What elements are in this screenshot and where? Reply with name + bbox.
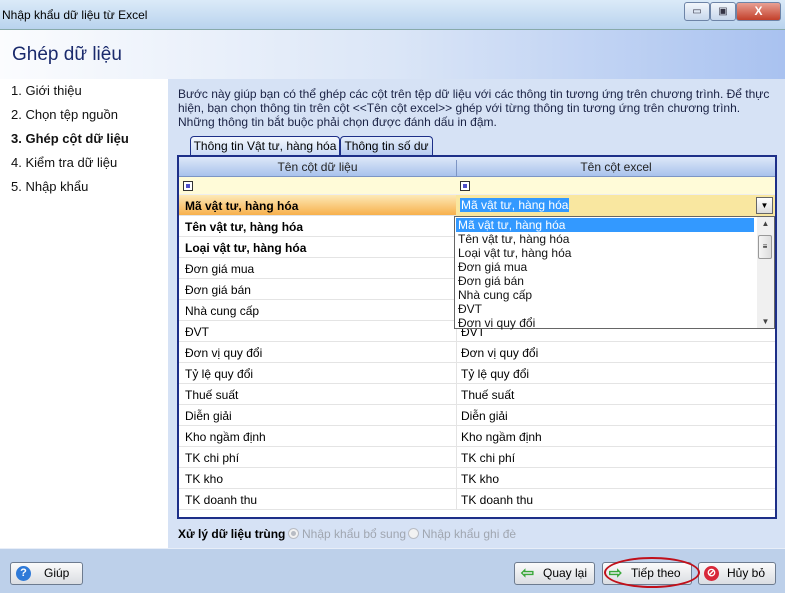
back-label: Quay lại <box>543 566 588 580</box>
cancel-label: Hủy bỏ <box>727 566 766 580</box>
cell-divider <box>456 489 457 510</box>
wizard-header: Ghép dữ liệu <box>0 30 785 79</box>
arrow-right-icon: ⇨ <box>608 565 623 582</box>
field-name: TK chi phí <box>185 451 240 465</box>
radio-overwrite-label: Nhập khẩu ghi đè <box>422 527 517 541</box>
table-row[interactable]: Tỷ lệ quy đổi Tỷ lệ quy đổi <box>179 363 775 384</box>
excel-column-value[interactable]: Diễn giải <box>461 409 508 423</box>
help-button[interactable]: ? Giúp <box>10 562 83 585</box>
next-button[interactable]: ⇨ Tiếp theo <box>602 562 692 585</box>
cell-divider <box>456 384 457 405</box>
cell-divider <box>456 447 457 468</box>
dropdown-option[interactable]: Đơn giá bán <box>456 274 754 288</box>
dropdown-option[interactable]: Đơn vị quy đổi <box>456 316 754 330</box>
field-name: Diễn giải <box>185 409 232 423</box>
filter-checkbox-field[interactable] <box>183 181 193 191</box>
field-name: Nhà cung cấp <box>185 304 260 318</box>
table-row[interactable]: Thuế suất Thuế suất <box>179 384 775 405</box>
field-name: Thuế suất <box>185 388 239 402</box>
field-name: Tên vật tư, hàng hóa <box>185 220 304 234</box>
duplicate-label: Xử lý dữ liệu trùng <box>178 527 286 541</box>
dropdown-option[interactable]: Mã vật tư, hàng hóa <box>456 218 754 232</box>
cancel-icon: ⊘ <box>704 566 719 581</box>
excel-column-value[interactable]: Thuế suất <box>461 388 514 402</box>
field-name: Mã vật tư, hàng hóa <box>185 199 299 213</box>
back-button[interactable]: ⇦ Quay lại <box>514 562 595 585</box>
dropdown-scrollbar[interactable]: ▲ ≡ ▼ <box>757 217 774 328</box>
maximize-button[interactable]: ▣ <box>710 2 736 21</box>
cell-divider <box>456 426 457 447</box>
help-label: Giúp <box>44 566 70 580</box>
excel-column-value[interactable]: TK kho <box>461 472 499 486</box>
next-label: Tiếp theo <box>631 566 681 580</box>
step-import: 5. Nhập khẩu <box>11 179 89 194</box>
excel-column-value[interactable]: Đơn vị quy đổi <box>461 346 538 360</box>
excel-column-value[interactable]: TK doanh thu <box>461 493 533 507</box>
dropdown-option[interactable]: Nhà cung cấp <box>456 288 754 302</box>
field-name: Tỷ lệ quy đổi <box>185 367 254 381</box>
button-bar: ? Giúp ⇦ Quay lại ⇨ Tiếp theo ⊘ Hủy bỏ <box>0 548 785 593</box>
field-name: Loại vật tư, hàng hóa <box>185 241 307 255</box>
step-map-columns: 3. Ghép cột dữ liệu <box>11 131 129 146</box>
chevron-down-icon[interactable]: ▼ <box>756 197 773 214</box>
dropdown-option[interactable]: Loại vật tư, hàng hóa <box>456 246 754 260</box>
column-header-excel[interactable]: Tên cột excel <box>456 160 775 176</box>
arrow-left-icon: ⇦ <box>520 565 535 582</box>
radio-overwrite[interactable]: Nhập khẩu ghi đè <box>408 527 516 541</box>
steps-panel: 1. Giới thiệu 2. Chọn tệp nguồn 3. Ghép … <box>0 79 168 548</box>
dropdown-option[interactable]: ĐVT <box>456 302 754 316</box>
scroll-down-icon[interactable]: ▼ <box>757 317 774 326</box>
step-intro: 1. Giới thiệu <box>11 83 82 98</box>
table-row[interactable]: Mã vật tư, hàng hóa Mã vật tư, hàng hóa ▼ <box>179 195 775 216</box>
excel-column-value[interactable]: Tỷ lệ quy đổi <box>461 367 529 381</box>
column-header-field[interactable]: Tên cột dữ liệu <box>179 160 456 174</box>
field-name: Đơn giá bán <box>185 283 251 297</box>
table-row[interactable]: TK kho TK kho <box>179 468 775 489</box>
scroll-thumb[interactable]: ≡ <box>758 235 772 259</box>
cell-divider <box>456 468 457 489</box>
field-name: TK kho <box>185 472 224 486</box>
minimize-button[interactable]: ▭ <box>684 2 710 21</box>
step-check-data: 4. Kiểm tra dữ liệu <box>11 155 118 170</box>
field-name: Đơn giá mua <box>185 262 255 276</box>
filter-row <box>179 177 775 195</box>
field-name: Kho ngầm định <box>185 430 266 444</box>
table-row[interactable]: Đơn vị quy đổi Đơn vị quy đổi <box>179 342 775 363</box>
field-name: Đơn vị quy đổi <box>185 346 263 360</box>
table-row[interactable]: Diễn giải Diễn giải <box>179 405 775 426</box>
tab-balance-info[interactable]: Thông tin số dư <box>340 136 433 156</box>
title-bar: Nhập khẩu dữ liệu từ Excel ▭ ▣ X <box>0 0 785 30</box>
filter-checkbox-excel[interactable] <box>460 181 470 191</box>
radio-append[interactable]: Nhập khẩu bổ sung <box>288 527 406 541</box>
excel-column-value[interactable]: TK chi phí <box>461 451 515 465</box>
cell-divider <box>456 342 457 363</box>
dropdown-option[interactable]: Tên vật tư, hàng hóa <box>456 232 754 246</box>
cancel-button[interactable]: ⊘ Hủy bỏ <box>698 562 776 585</box>
radio-append-label: Nhập khẩu bổ sung <box>302 527 407 541</box>
description-text: Bước này giúp bạn có thể ghép các cột tr… <box>178 87 770 129</box>
scroll-up-icon[interactable]: ▲ <box>757 219 774 228</box>
close-button[interactable]: X <box>736 2 781 21</box>
window-title: Nhập khẩu dữ liệu từ Excel <box>2 8 148 22</box>
combobox-value[interactable]: Mã vật tư, hàng hóa <box>460 198 570 212</box>
cell-divider <box>456 363 457 384</box>
step-choose-source: 2. Chọn tệp nguồn <box>11 107 118 122</box>
grid-header: Tên cột dữ liệu Tên cột excel <box>179 157 775 177</box>
help-icon: ? <box>16 566 31 581</box>
excel-column-dropdown-list[interactable]: ▲ ≡ ▼ Mã vật tư, hàng hóa Tên vật tư, hàn… <box>454 216 775 330</box>
field-name: ĐVT <box>185 325 209 339</box>
excel-column-combobox[interactable]: Mã vật tư, hàng hóa ▼ <box>456 195 775 216</box>
dropdown-option[interactable]: Đơn giá mua <box>456 260 754 274</box>
field-name: TK doanh thu <box>185 493 258 507</box>
mapping-grid: Tên cột dữ liệu Tên cột excel Mã vật tư,… <box>177 155 777 519</box>
table-row[interactable]: Kho ngầm định Kho ngầm định <box>179 426 775 447</box>
page-title: Ghép dữ liệu <box>12 44 122 65</box>
table-row[interactable]: TK chi phí TK chi phí <box>179 447 775 468</box>
cell-divider <box>456 405 457 426</box>
table-row[interactable]: TK doanh thu TK doanh thu <box>179 489 775 510</box>
excel-column-value[interactable]: Kho ngầm định <box>461 430 542 444</box>
tab-item-info[interactable]: Thông tin Vật tư, hàng hóa <box>190 136 340 156</box>
